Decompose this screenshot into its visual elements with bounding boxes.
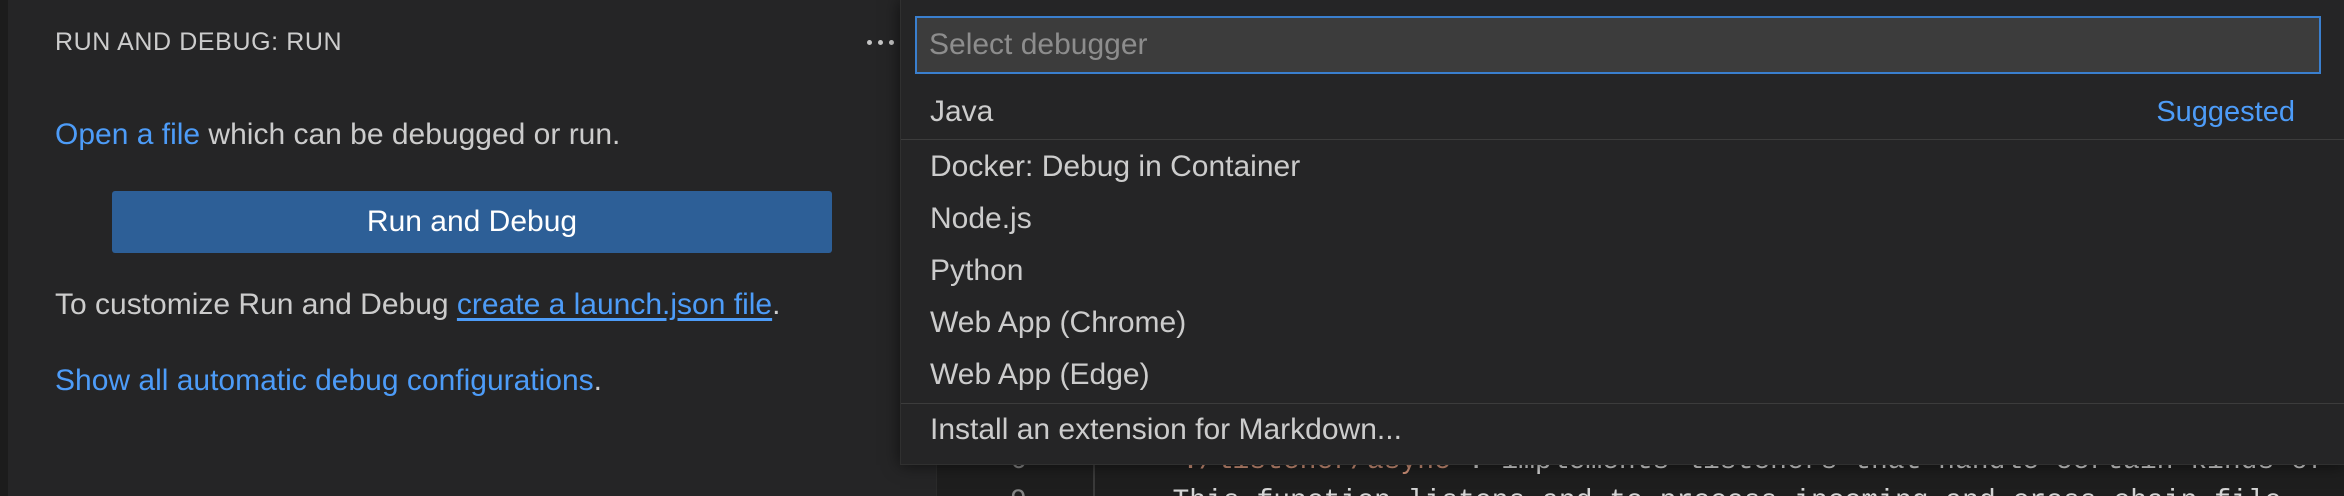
debugger-option-java[interactable]: Java Suggested [901,87,2344,137]
option-label: Install an extension for Markdown... [930,413,1402,446]
select-debugger-quick-pick: Java Suggested Docker: Debug in Containe… [900,0,2344,465]
run-and-debug-sidebar: RUN AND DEBUG: RUN Open a file which can… [0,0,937,496]
option-label: Docker: Debug in Container [930,150,1301,183]
suggested-badge: Suggested [2156,95,2295,128]
debugger-option-web-app-edge[interactable]: Web App (Edge) [901,350,2344,400]
activity-bar-edge [0,0,8,496]
debugger-option-docker[interactable]: Docker: Debug in Container [901,142,2344,192]
install-extension-option[interactable]: Install an extension for Markdown... [901,405,2344,455]
customize-text: To customize Run and Debug [55,288,457,321]
code-comment: This function listens and to process inc… [1172,486,2281,496]
option-label: Java [930,95,994,128]
separator [901,403,2344,404]
open-file-line: Open a file which can be debugged or run… [55,118,620,152]
open-file-text: which can be debugged or run. [200,118,621,151]
line-number: 9 [1010,486,1027,496]
option-label: Web App (Edge) [930,358,1150,391]
run-and-debug-button[interactable]: Run and Debug [112,191,832,253]
create-launch-json-link[interactable]: create a launch.json file [457,288,772,321]
code-line: 9 This function listens and to process i… [1010,486,2281,496]
open-file-link[interactable]: Open a file [55,118,200,151]
option-label: Node.js [930,202,1032,235]
show-all-line: Show all automatic debug configurations. [55,364,602,398]
view-title: RUN AND DEBUG: RUN [55,28,343,56]
debugger-option-web-app-chrome[interactable]: Web App (Chrome) [901,298,2344,348]
vscode-window: RUN AND DEBUG: RUN Open a file which can… [0,0,2344,496]
more-actions-icon[interactable] [860,22,900,62]
option-label: Web App (Chrome) [930,306,1187,339]
customize-suffix: . [772,288,781,321]
customize-line: To customize Run and Debug create a laun… [55,288,780,322]
option-label: Python [930,254,1024,287]
debugger-option-nodejs[interactable]: Node.js [901,194,2344,244]
show-all-suffix: . [593,364,603,397]
debugger-option-python[interactable]: Python [901,246,2344,296]
separator [901,139,2344,140]
select-debugger-input[interactable] [915,16,2321,74]
show-all-configurations-link[interactable]: Show all automatic debug configurations [55,364,594,397]
